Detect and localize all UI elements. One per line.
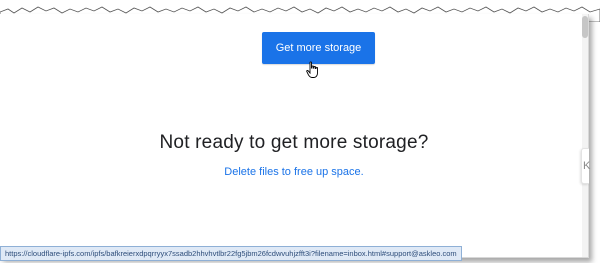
side-panel-tab[interactable]: K bbox=[581, 148, 591, 184]
page-heading: Not ready to get more storage? bbox=[159, 132, 429, 153]
status-bar-url: https://cloudflare-ipfs.com/ipfs/bafkrei… bbox=[0, 246, 462, 261]
delete-files-link-row: Delete files to free up space. bbox=[0, 166, 588, 178]
browser-viewport: Get more storage Not ready to get more s… bbox=[0, 14, 591, 258]
side-tab-icon: K bbox=[583, 160, 591, 172]
scrollbar-thumb[interactable] bbox=[582, 16, 588, 38]
get-more-storage-button[interactable]: Get more storage bbox=[262, 32, 375, 64]
hand-pointer-icon bbox=[306, 61, 318, 78]
delete-files-link[interactable]: Delete files to free up space. bbox=[224, 166, 363, 178]
